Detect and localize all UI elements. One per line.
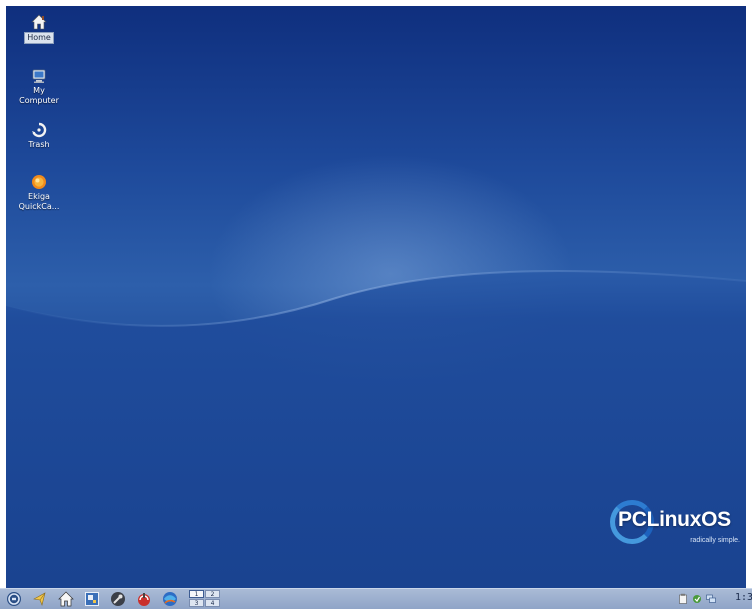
logo-text: PCLinuxOS — [618, 508, 731, 531]
pclinuxos-menu-icon[interactable] — [6, 591, 22, 607]
desktop-icon-label: My Computer — [19, 86, 59, 105]
home-icon — [31, 14, 47, 30]
pager-desktop-1[interactable]: 1 — [189, 590, 204, 598]
control-center-icon[interactable] — [84, 591, 100, 607]
desktop-icon-label: Trash — [28, 140, 50, 149]
computer-icon — [32, 69, 46, 83]
pager-desktop-4[interactable]: 4 — [205, 599, 220, 607]
browser-icon[interactable] — [162, 591, 178, 607]
trash-icon — [32, 122, 47, 138]
desktop-icon-label: Ekiga QuickCa... — [18, 192, 60, 211]
file-manager-icon[interactable] — [32, 591, 48, 607]
settings-tool-icon[interactable] — [110, 591, 126, 607]
desktop-icon-ekiga[interactable]: Ekiga QuickCa... — [9, 174, 69, 211]
home-folder-icon[interactable] — [58, 591, 74, 607]
software-manager-icon[interactable] — [136, 591, 152, 607]
desktop-pager: 1 2 3 4 — [188, 590, 222, 608]
pager-desktop-2[interactable]: 2 — [205, 590, 220, 598]
taskbar-clock[interactable]: 1:3 — [735, 592, 752, 603]
update-tray-icon[interactable] — [692, 593, 702, 604]
desktop-icon-my-computer[interactable]: My Computer — [9, 68, 69, 105]
network-tray-icon[interactable] — [706, 593, 716, 604]
desktop-icon-trash[interactable]: Trash — [9, 122, 69, 150]
clipboard-tray-icon[interactable] — [678, 593, 688, 604]
desktop-icon-home[interactable]: Home — [9, 14, 69, 44]
taskbar: 1 2 3 4 1:3 — [0, 588, 752, 609]
logo-tagline: radically simple. — [690, 537, 740, 544]
desktop-icon-label: Home — [24, 32, 54, 44]
desktop-background[interactable]: Home My Computer Trash Ekiga QuickCa... — [6, 6, 746, 588]
ekiga-icon — [32, 175, 46, 189]
pager-desktop-3[interactable]: 3 — [189, 599, 204, 607]
pclinuxos-logo: PCLinuxOS radically simple. — [602, 494, 746, 558]
